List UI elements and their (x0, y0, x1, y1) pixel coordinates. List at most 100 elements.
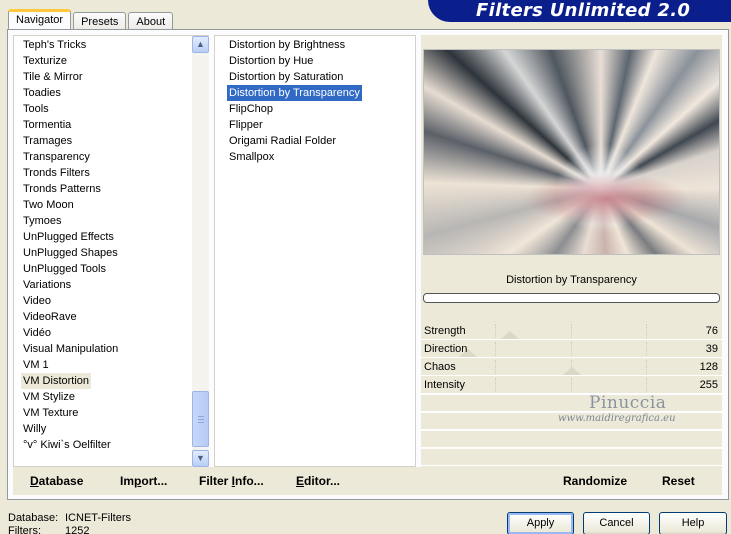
category-item[interactable]: Tramages (21, 133, 120, 149)
category-item-label: Two Moon (23, 199, 74, 211)
scroll-down-button[interactable]: ▼ (192, 450, 209, 467)
editor-button[interactable]: Editor... (296, 474, 340, 488)
filter-item-label: Distortion by Hue (229, 55, 314, 67)
category-item[interactable]: Teph's Tricks (21, 37, 120, 53)
category-item[interactable]: UnPlugged Effects (21, 229, 120, 245)
tab-about[interactable]: About (128, 12, 174, 30)
category-item[interactable]: Variations (21, 277, 120, 293)
category-item-label: Teph's Tricks (23, 39, 87, 51)
category-item[interactable]: Two Moon (21, 197, 120, 213)
category-item[interactable]: VM Stylize (21, 389, 120, 405)
filters-label: Filters: (8, 525, 41, 534)
category-item-label: VM Stylize (23, 391, 75, 403)
tab-navigator[interactable]: Navigator (8, 9, 72, 30)
category-item-label: Tormentia (23, 119, 72, 131)
category-item[interactable]: Tronds Filters (21, 165, 120, 181)
preview-image (423, 49, 720, 255)
category-item-label: VM Distortion (21, 373, 92, 389)
scroll-up-button[interactable]: ▲ (192, 36, 209, 53)
category-list[interactable]: Teph's Tricks Texturize Tile & Mirror Toadi… (13, 35, 209, 467)
category-item[interactable]: VM 1 (21, 357, 120, 373)
reset-button[interactable]: Reset (662, 474, 695, 488)
button-label: atabase (38, 474, 84, 488)
param-label: Chaos (424, 361, 456, 373)
category-item-label: Tile & Mirror (23, 71, 83, 83)
category-scrollbar[interactable]: ▲ ▼ (192, 36, 209, 467)
help-button[interactable]: Help (659, 512, 727, 534)
import-button[interactable]: Import... (120, 474, 167, 488)
filter-item[interactable]: Origami Radial Folder (227, 133, 362, 149)
app-title: Filters Unlimited 2.0 (476, 0, 691, 21)
tab-presets[interactable]: Presets (73, 12, 127, 30)
filters-count: 1252 (65, 525, 90, 534)
mnemonic: E (296, 474, 305, 488)
filter-item[interactable]: Smallpox (227, 149, 362, 165)
category-item[interactable]: Tronds Patterns (21, 181, 120, 197)
filter-item[interactable]: Distortion by Saturation (227, 69, 362, 85)
button-label: Im (120, 474, 135, 488)
filter-item[interactable]: Distortion by Hue (227, 53, 362, 69)
filter-item-label: Flipper (229, 119, 263, 131)
param-value: 128 (699, 361, 718, 373)
database-button[interactable]: Database (30, 474, 83, 488)
param-row-intensity[interactable]: Intensity 255 (421, 376, 722, 394)
button-label: nfo... (235, 474, 264, 488)
category-item[interactable]: °v° Kiwi`s Oelfilter (21, 437, 120, 453)
category-item-label: Visual Manipulation (23, 343, 119, 355)
param-row-strength[interactable]: Strength 76 (421, 322, 722, 340)
filter-item-label: Distortion by Transparency (227, 85, 362, 101)
category-item[interactable]: Video (21, 293, 120, 309)
category-item[interactable]: VM Texture (21, 405, 120, 421)
param-value: 76 (705, 325, 718, 337)
database-label: Database: (8, 512, 59, 524)
category-item-label: Willy (23, 423, 47, 435)
category-item-label: UnPlugged Effects (23, 231, 114, 243)
filter-item[interactable]: Flipper (227, 117, 362, 133)
category-item[interactable]: VideoRave (21, 309, 120, 325)
param-row-empty (421, 430, 722, 448)
current-filter-label: Distortion by Transparency (506, 274, 637, 286)
filter-list[interactable]: Distortion by Brightness Distortion by Hu… (214, 35, 416, 467)
category-item[interactable]: Toadies (21, 85, 120, 101)
button-label: ditor... (304, 474, 341, 488)
category-item[interactable]: Willy (21, 421, 120, 437)
filter-item[interactable]: Distortion by Transparency (227, 85, 362, 101)
category-item-label: UnPlugged Shapes (23, 247, 118, 259)
category-item-label: °v° Kiwi`s Oelfilter (23, 439, 111, 451)
category-item[interactable]: Texturize (21, 53, 120, 69)
category-item[interactable]: Tymoes (21, 213, 120, 229)
category-item-label: VideoRave (23, 311, 77, 323)
category-item[interactable]: Tools (21, 101, 120, 117)
param-row-direction[interactable]: Direction 39 (421, 340, 722, 358)
param-row-chaos[interactable]: Chaos 128 (421, 358, 722, 376)
category-item[interactable]: UnPlugged Shapes (21, 245, 120, 261)
watermark-site: www.maidiregrafica.eu (558, 413, 676, 424)
cancel-button[interactable]: Cancel (583, 512, 650, 534)
category-item-label: Tymoes (23, 215, 62, 227)
category-item[interactable]: VM Distortion (21, 373, 120, 389)
filter-item[interactable]: FlipChop (227, 101, 362, 117)
category-item[interactable]: Visual Manipulation (21, 341, 120, 357)
category-item[interactable]: Tormentia (21, 117, 120, 133)
filter-info-button[interactable]: Filter Info... (199, 474, 264, 488)
param-value: 255 (699, 379, 718, 391)
category-item[interactable]: Transparency (21, 149, 120, 165)
category-item[interactable]: UnPlugged Tools (21, 261, 120, 277)
button-label: Filter (199, 474, 232, 488)
randomize-button[interactable]: Randomize (563, 474, 627, 488)
button-label: ort... (141, 474, 168, 488)
param-value: 39 (705, 343, 718, 355)
param-row-empty (421, 394, 722, 412)
scroll-thumb[interactable] (192, 391, 209, 447)
category-item-label: Tramages (23, 135, 73, 147)
apply-button[interactable]: Apply (507, 512, 574, 534)
category-item-label: Toadies (23, 87, 61, 99)
category-item[interactable]: Tile & Mirror (21, 69, 120, 85)
watermark-name: Pinuccia (589, 393, 667, 413)
parameter-list: Strength 76 Direction 39 Chaos 128 Inten… (421, 322, 722, 466)
category-item-label: Tronds Patterns (23, 183, 101, 195)
category-item-label: Texturize (23, 55, 68, 67)
mnemonic: D (30, 474, 39, 488)
filter-item[interactable]: Distortion by Brightness (227, 37, 362, 53)
category-item[interactable]: Vidéo (21, 325, 120, 341)
